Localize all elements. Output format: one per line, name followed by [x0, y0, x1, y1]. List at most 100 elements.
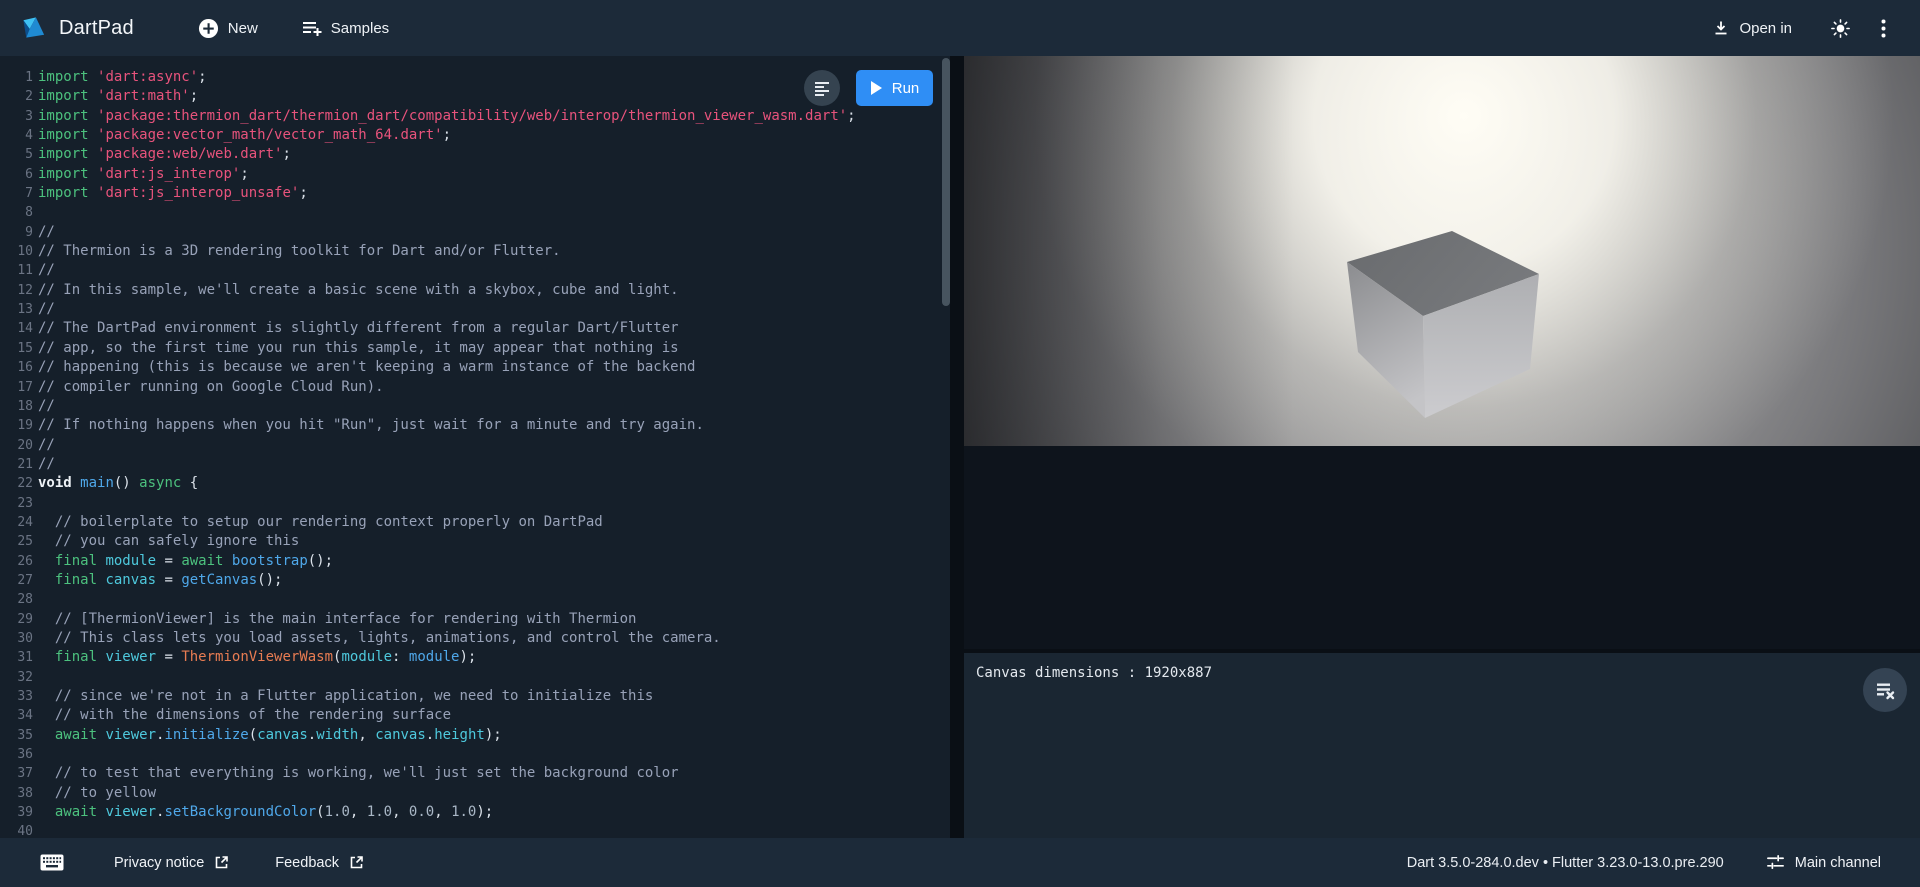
- code-line[interactable]: 28: [0, 590, 940, 609]
- app-preview-panel: [964, 56, 1920, 649]
- code-line[interactable]: 17// compiler running on Google Cloud Ru…: [0, 378, 940, 397]
- kebab-menu-icon: [1881, 19, 1886, 38]
- line-number: 40: [0, 822, 33, 838]
- samples-button[interactable]: Samples: [294, 12, 397, 44]
- code-lines[interactable]: 1import 'dart:async';2import 'dart:math'…: [0, 68, 940, 838]
- line-number: 27: [0, 571, 33, 590]
- line-number: 18: [0, 397, 33, 416]
- code-line[interactable]: 18//: [0, 397, 940, 416]
- code-line[interactable]: 22void main() async {: [0, 474, 940, 493]
- code-line[interactable]: 37 // to test that everything is working…: [0, 764, 940, 783]
- format-button[interactable]: [804, 70, 840, 106]
- code-line[interactable]: 12// In this sample, we'll create a basi…: [0, 281, 940, 300]
- format-align-icon: [813, 79, 831, 97]
- code-line[interactable]: 31 final viewer = ThermionViewerWasm(mod…: [0, 648, 940, 667]
- code-line[interactable]: 39 await viewer.setBackgroundColor(1.0, …: [0, 803, 940, 822]
- code-line[interactable]: 24 // boilerplate to setup our rendering…: [0, 513, 940, 532]
- code-line[interactable]: 36: [0, 745, 940, 764]
- vertical-splitter[interactable]: [950, 56, 964, 838]
- add-circle-icon: [198, 18, 219, 39]
- code-editor[interactable]: 1import 'dart:async';2import 'dart:math'…: [0, 56, 950, 838]
- overflow-menu-button[interactable]: [1875, 13, 1892, 44]
- line-number: 16: [0, 358, 33, 377]
- line-number: 33: [0, 687, 33, 706]
- code-line[interactable]: 40: [0, 822, 940, 838]
- line-number: 1: [0, 68, 33, 87]
- clear-console-button[interactable]: [1863, 668, 1907, 712]
- privacy-notice-link[interactable]: Privacy notice: [108, 851, 235, 875]
- code-line[interactable]: 27 final canvas = getCanvas();: [0, 571, 940, 590]
- editor-scrollbar[interactable]: [942, 58, 950, 306]
- code-line[interactable]: 7import 'dart:js_interop_unsafe';: [0, 184, 940, 203]
- code-line[interactable]: 15// app, so the first time you run this…: [0, 339, 940, 358]
- playlist-add-icon: [302, 18, 322, 38]
- code-line[interactable]: 20//: [0, 436, 940, 455]
- channel-selector[interactable]: Main channel: [1760, 849, 1887, 876]
- line-number: 5: [0, 145, 33, 164]
- console-panel: Canvas dimensions : 1920x887: [964, 653, 1920, 838]
- code-line[interactable]: 21//: [0, 455, 940, 474]
- top-bar: DartPad New Samples: [0, 0, 1920, 56]
- brand: DartPad: [20, 15, 134, 42]
- channel-label: Main channel: [1795, 855, 1881, 871]
- open-in-label: Open in: [1739, 20, 1792, 37]
- line-number: 13: [0, 300, 33, 319]
- code-line[interactable]: 25 // you can safely ignore this: [0, 532, 940, 551]
- code-line[interactable]: 30 // This class lets you load assets, l…: [0, 629, 940, 648]
- line-number: 11: [0, 261, 33, 280]
- version-info: Dart 3.5.0-284.0.dev • Flutter 3.23.0-13…: [1407, 855, 1724, 871]
- theme-toggle-button[interactable]: [1824, 12, 1857, 45]
- code-line[interactable]: 8: [0, 203, 940, 222]
- code-line[interactable]: 1import 'dart:async';: [0, 68, 940, 87]
- code-line[interactable]: 29 // [ThermionViewer] is the main inter…: [0, 610, 940, 629]
- line-number: 29: [0, 610, 33, 629]
- line-number: 21: [0, 455, 33, 474]
- code-line[interactable]: 35 await viewer.initialize(canvas.width,…: [0, 726, 940, 745]
- clear-console-icon: [1874, 679, 1896, 701]
- code-line[interactable]: 11//: [0, 261, 940, 280]
- code-line[interactable]: 9//: [0, 223, 940, 242]
- line-number: 36: [0, 745, 33, 764]
- samples-button-label: Samples: [331, 20, 389, 37]
- code-line[interactable]: 6import 'dart:js_interop';: [0, 165, 940, 184]
- render-canvas[interactable]: [964, 56, 1920, 446]
- open-in-new-icon: [214, 855, 229, 870]
- line-number: 38: [0, 784, 33, 803]
- line-number: 8: [0, 203, 33, 222]
- feedback-link[interactable]: Feedback: [269, 851, 370, 875]
- run-button-label: Run: [892, 80, 920, 97]
- code-line[interactable]: 32: [0, 668, 940, 687]
- keyboard-shortcuts-button[interactable]: [34, 848, 70, 877]
- code-line[interactable]: 14// The DartPad environment is slightly…: [0, 319, 940, 338]
- code-line[interactable]: 10// Thermion is a 3D rendering toolkit …: [0, 242, 940, 261]
- line-number: 32: [0, 668, 33, 687]
- code-line[interactable]: 33 // since we're not in a Flutter appli…: [0, 687, 940, 706]
- code-line[interactable]: 16// happening (this is because we aren'…: [0, 358, 940, 377]
- new-button[interactable]: New: [190, 12, 266, 45]
- line-number: 25: [0, 532, 33, 551]
- feedback-label: Feedback: [275, 855, 339, 871]
- code-line[interactable]: 4import 'package:vector_math/vector_math…: [0, 126, 940, 145]
- line-number: 19: [0, 416, 33, 435]
- line-number: 17: [0, 378, 33, 397]
- keyboard-icon: [40, 854, 64, 871]
- code-line[interactable]: 23: [0, 494, 940, 513]
- line-number: 31: [0, 648, 33, 667]
- code-line[interactable]: 26 final module = await bootstrap();: [0, 552, 940, 571]
- code-line[interactable]: 34 // with the dimensions of the renderi…: [0, 706, 940, 725]
- code-line[interactable]: 3import 'package:thermion_dart/thermion_…: [0, 107, 940, 126]
- code-line[interactable]: 13//: [0, 300, 940, 319]
- code-line[interactable]: 5import 'package:web/web.dart';: [0, 145, 940, 164]
- run-button[interactable]: Run: [856, 70, 933, 106]
- play-icon: [870, 81, 882, 95]
- download-icon: [1712, 19, 1730, 37]
- line-number: 28: [0, 590, 33, 609]
- code-line[interactable]: 19// If nothing happens when you hit "Ru…: [0, 416, 940, 435]
- line-number: 20: [0, 436, 33, 455]
- code-line[interactable]: 38 // to yellow: [0, 784, 940, 803]
- line-number: 9: [0, 223, 33, 242]
- code-line[interactable]: 2import 'dart:math';: [0, 87, 940, 106]
- open-in-button[interactable]: Open in: [1704, 13, 1800, 43]
- app-title: DartPad: [59, 17, 134, 40]
- line-number: 10: [0, 242, 33, 261]
